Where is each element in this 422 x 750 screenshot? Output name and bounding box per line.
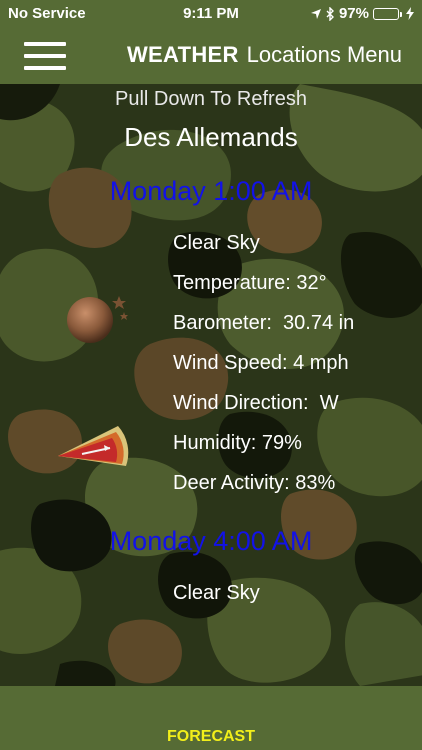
battery-percent: 97% <box>338 5 369 22</box>
forecast-time-header: Monday 1:00 AM <box>109 176 313 206</box>
location-name: Des Allemands <box>124 122 298 152</box>
bottom-tab-bar: FORECAST <box>0 686 422 750</box>
forecast-scroll-area[interactable]: Pull Down To Refresh Des Allemands Monda… <box>0 84 422 686</box>
barometer-value: Barometer: 30.74 in <box>173 312 355 334</box>
nav-title[interactable]: WEATHER Locations Menu <box>127 42 402 68</box>
charging-bolt-icon <box>406 7 414 20</box>
battery-icon <box>373 7 402 20</box>
sky-condition: Clear Sky <box>173 232 260 254</box>
moon-phase-icon <box>67 296 128 343</box>
bluetooth-icon <box>326 6 334 21</box>
wind-direction-value: Wind Direction: W <box>173 392 339 414</box>
deer-activity-value: Deer Activity: 83% <box>173 472 336 494</box>
pull-to-refresh-text: Pull Down To Refresh <box>115 88 307 110</box>
humidity-value: Humidity: 79% <box>173 432 302 454</box>
navigation-bar: WEATHER Locations Menu <box>0 28 422 84</box>
wind-speed-value: Wind Speed: 4 mph <box>173 352 349 374</box>
forecast-time-header-2: Monday 4:00 AM <box>109 526 313 556</box>
location-arrow-icon <box>310 8 321 19</box>
status-right-group: 97% <box>310 5 414 22</box>
sky-condition-2: Clear Sky <box>173 582 260 604</box>
temperature-value: Temperature: 32° <box>173 272 327 294</box>
hamburger-menu-icon[interactable] <box>24 42 66 70</box>
forecast-text-layer: Pull Down To Refresh Des Allemands Monda… <box>0 84 422 686</box>
nav-title-locations-menu: Locations Menu <box>246 42 402 67</box>
nav-title-weather: WEATHER <box>126 42 239 67</box>
status-bar: No Service 9:11 PM 97% <box>0 0 422 28</box>
tab-forecast[interactable]: FORECAST <box>0 728 422 746</box>
pull-to-refresh-hint: Pull Down To Refresh <box>0 88 422 111</box>
wind-direction-icon <box>58 426 129 466</box>
